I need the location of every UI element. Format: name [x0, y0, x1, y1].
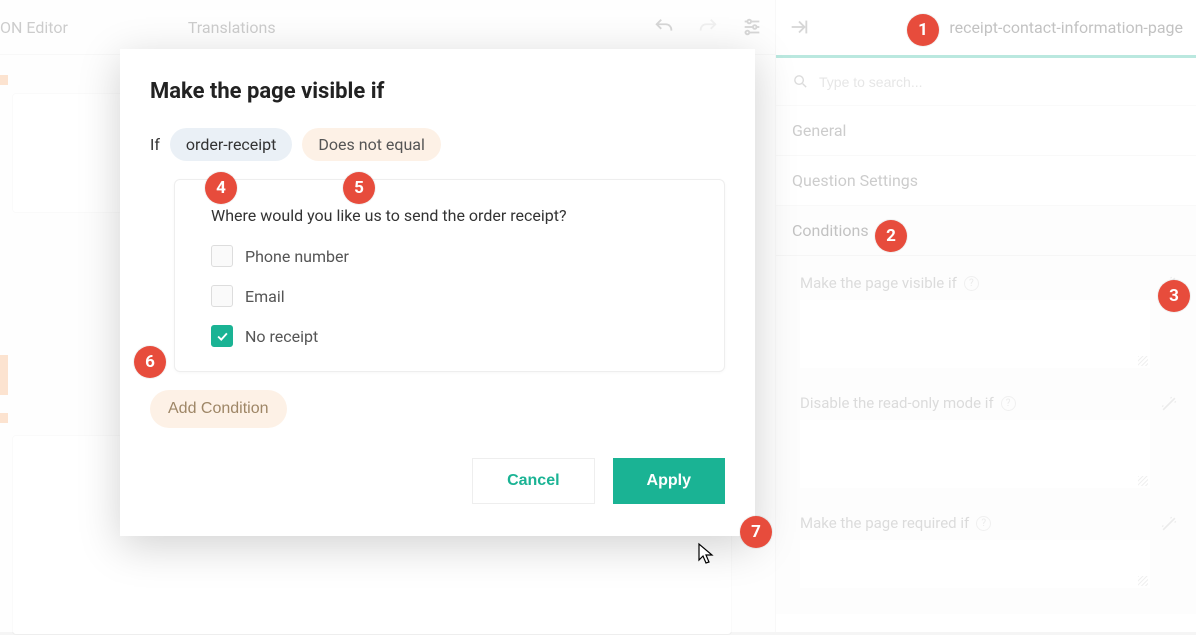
add-condition-button[interactable]: Add Condition	[150, 390, 287, 428]
visibility-condition-modal: Make the page visible if If order-receip…	[120, 49, 755, 536]
condition-expression: If order-receipt Does not equal	[150, 128, 725, 161]
checkbox-unchecked-icon[interactable]	[211, 245, 233, 267]
annotation-5: 5	[343, 172, 375, 204]
checkbox-checked-icon[interactable]	[211, 325, 233, 347]
annotation-2: 2	[875, 220, 907, 252]
cancel-button[interactable]: Cancel	[472, 458, 594, 504]
annotation-1: 1	[907, 14, 939, 46]
option-label: No receipt	[245, 327, 318, 346]
apply-button[interactable]: Apply	[613, 458, 725, 504]
question-text: Where would you like us to send the orde…	[211, 206, 696, 225]
modal-title: Make the page visible if	[150, 79, 725, 104]
option-label: Phone number	[245, 247, 349, 266]
annotation-7: 7	[740, 516, 772, 548]
condition-question-pill[interactable]: order-receipt	[170, 128, 292, 161]
annotation-4: 4	[205, 172, 237, 204]
option-label: Email	[245, 287, 285, 306]
modal-actions: Cancel Apply	[150, 458, 725, 504]
condition-operator-pill[interactable]: Does not equal	[302, 128, 441, 161]
option-row[interactable]: No receipt	[211, 325, 696, 347]
checkbox-unchecked-icon[interactable]	[211, 285, 233, 307]
annotation-3: 3	[1158, 280, 1190, 312]
option-row[interactable]: Phone number	[211, 245, 696, 267]
option-row[interactable]: Email	[211, 285, 696, 307]
annotation-6: 6	[134, 346, 166, 378]
question-preview: Where would you like us to send the orde…	[174, 179, 725, 372]
if-label: If	[150, 135, 160, 154]
cursor-icon	[697, 542, 717, 566]
